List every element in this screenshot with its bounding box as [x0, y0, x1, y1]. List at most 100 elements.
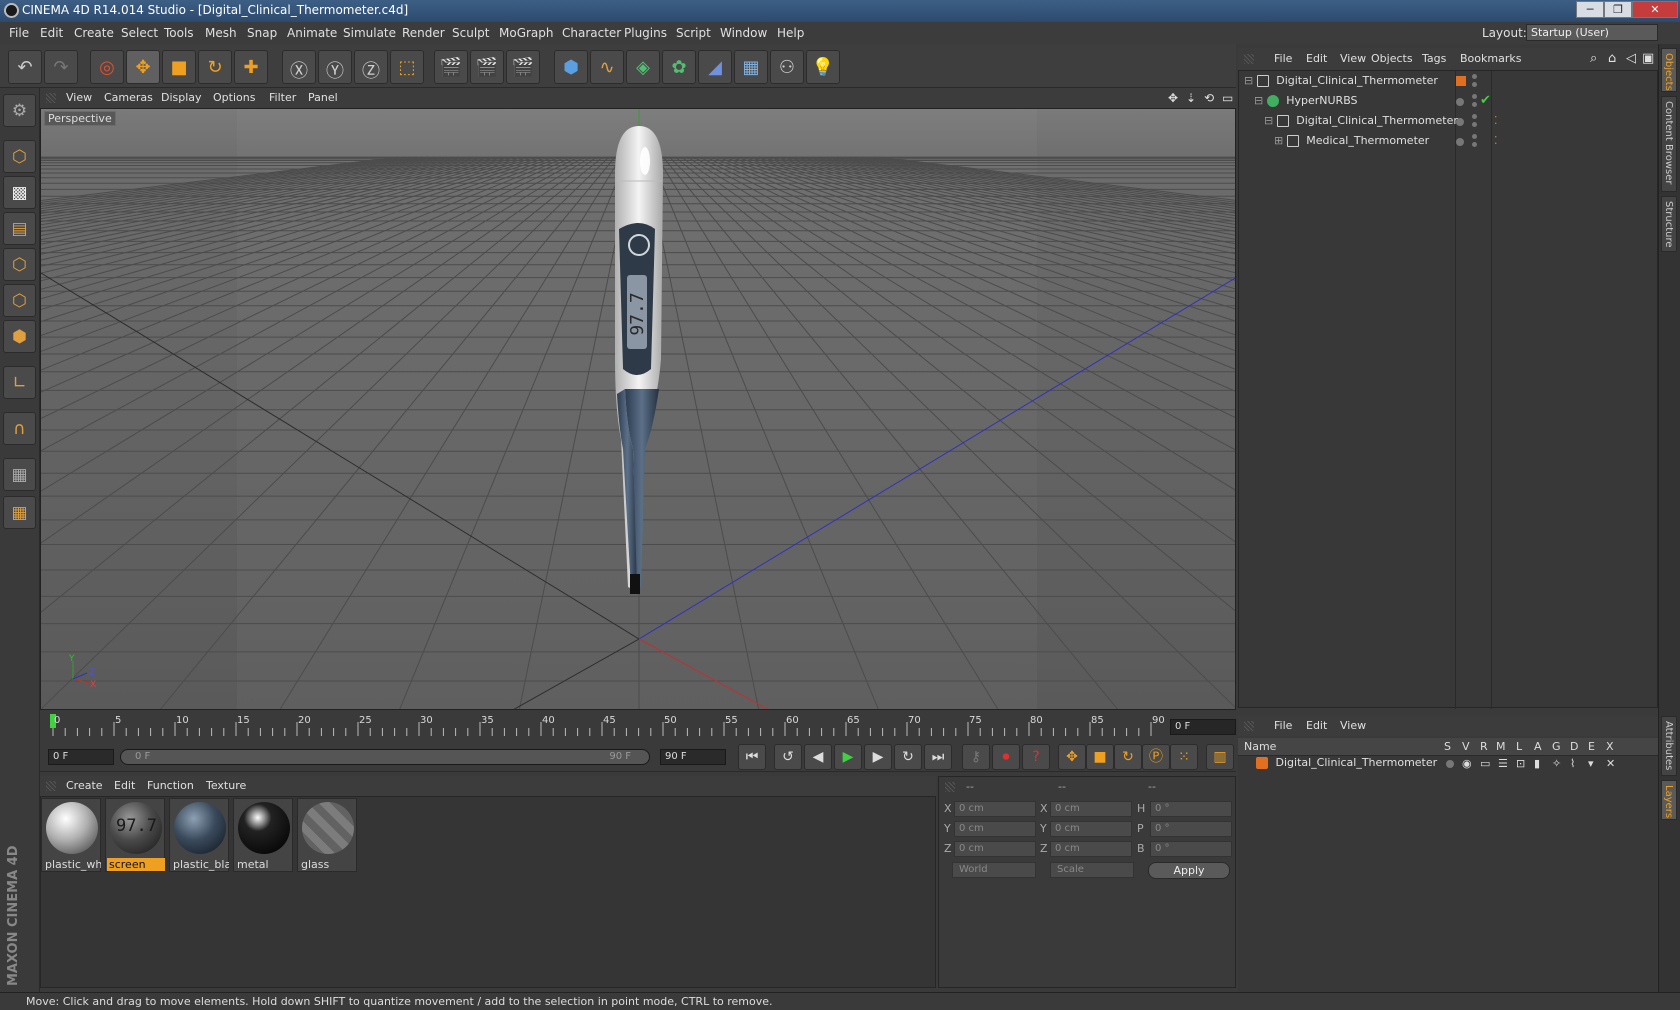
viewport-menu-filter[interactable]: Filter — [269, 91, 296, 104]
phong-tag-icon[interactable]: ⁚ — [1494, 114, 1498, 127]
viewport-menu-options[interactable]: Options — [213, 91, 255, 104]
next-frame-button[interactable]: ▶ — [864, 744, 892, 770]
enabled-check-icon[interactable]: ✔ — [1480, 93, 1491, 108]
layer-col-solo[interactable]: S — [1444, 740, 1451, 753]
object-row[interactable]: ⊟ HyperNURBS — [1254, 94, 1358, 114]
key-parameter-button[interactable]: Ⓟ — [1142, 744, 1170, 770]
layer-menu-file[interactable]: File — [1274, 719, 1292, 732]
material-screen[interactable]: 97.7 screen — [105, 798, 165, 872]
timeline-window-button[interactable]: ▥ — [1206, 744, 1234, 770]
workplane-mode-button[interactable]: ▤ — [3, 212, 36, 245]
menu-mograph[interactable]: MoGraph — [499, 26, 554, 40]
editor-visibility-dot[interactable] — [1472, 74, 1477, 79]
polygons-mode-button[interactable]: ⬢ — [3, 320, 36, 353]
render-view-button[interactable]: 🎬 — [434, 50, 468, 84]
workplane-align-button[interactable]: ▦ — [3, 496, 36, 529]
editor-visibility-dot[interactable] — [1472, 94, 1477, 99]
size-mode-select[interactable]: Scale — [1050, 862, 1134, 878]
tree-expand-icon[interactable]: ⊟ — [1264, 114, 1273, 127]
tree-expand-icon[interactable]: ⊞ — [1274, 134, 1283, 147]
object-row[interactable]: ⊟ Digital_Clinical_Thermometer — [1244, 74, 1438, 94]
layer-xref-icon[interactable]: ✕ — [1606, 757, 1615, 770]
live-selection-button[interactable]: ◎ — [90, 50, 124, 84]
viewport-nav-zoom-icon[interactable]: ⇣ — [1186, 91, 1196, 105]
layer-col-render[interactable]: R — [1480, 740, 1488, 753]
cube-button[interactable]: ⬢ — [554, 50, 588, 84]
recent-tools-button[interactable]: ✚ — [234, 50, 268, 84]
edges-mode-button[interactable]: ⬡ — [3, 284, 36, 317]
render-settings-button[interactable]: 🎬 — [506, 50, 540, 84]
object-menu-objects[interactable]: Objects — [1371, 52, 1413, 65]
viewport-menu-view[interactable]: View — [66, 91, 92, 104]
object-menu-edit[interactable]: Edit — [1306, 52, 1327, 65]
object-menu-tags[interactable]: Tags — [1422, 52, 1446, 65]
editor-visibility-dot[interactable] — [1472, 114, 1477, 119]
move-tool-button[interactable]: ✥ — [126, 50, 160, 84]
layer-generator-icon[interactable]: ✧ — [1552, 757, 1561, 770]
object-visibility-dot[interactable] — [1456, 98, 1464, 106]
tab-attributes[interactable]: Attributes — [1661, 716, 1677, 776]
material-metal[interactable]: metal — [233, 798, 293, 872]
axis-mode-button[interactable]: ∟ — [3, 366, 36, 399]
layer-expression-icon[interactable]: ▾ — [1588, 757, 1594, 770]
spline-button[interactable]: ∿ — [590, 50, 624, 84]
previous-key-button[interactable]: ↺ — [774, 744, 802, 770]
phong-tag-icon[interactable]: ⁚ — [1494, 134, 1498, 147]
coordinate-mode-select[interactable]: World — [952, 862, 1036, 878]
nurbs-button[interactable]: ◈ — [626, 50, 660, 84]
layer-col-expressions[interactable]: E — [1588, 740, 1595, 753]
rotate-tool-button[interactable]: ↻ — [198, 50, 232, 84]
floor-button[interactable]: ▦ — [734, 50, 768, 84]
camera-button[interactable]: ⚇ — [770, 50, 804, 84]
object-visibility-dot[interactable] — [1456, 118, 1464, 126]
layer-col-animation[interactable]: A — [1534, 740, 1542, 753]
tab-structure[interactable]: Structure — [1661, 196, 1677, 252]
coord-pos-y-field[interactable]: 0 cm — [954, 821, 1036, 837]
minimize-button[interactable]: ─ — [1576, 1, 1604, 18]
viewport-menu-panel[interactable]: Panel — [308, 91, 338, 104]
menu-script[interactable]: Script — [676, 26, 711, 40]
layer-animation-icon[interactable]: ▮ — [1534, 757, 1540, 770]
record-position-button[interactable]: ⚷ — [962, 744, 990, 770]
layer-lock-icon[interactable]: ⊡ — [1516, 757, 1525, 770]
snap-button[interactable]: ∩ — [3, 412, 36, 445]
menu-create[interactable]: Create — [74, 26, 114, 40]
previous-frame-button[interactable]: ◀ — [804, 744, 832, 770]
material-glass[interactable]: glass — [297, 798, 357, 872]
frame-range-slider[interactable]: 0 F 90 F — [120, 749, 650, 765]
menu-render[interactable]: Render — [402, 26, 445, 40]
layout-select[interactable]: Startup (User) — [1526, 24, 1658, 41]
render-visibility-dot[interactable] — [1472, 122, 1477, 127]
layer-col-name[interactable]: Name — [1244, 740, 1276, 753]
editor-visibility-dot[interactable] — [1472, 134, 1477, 139]
texture-mode-button[interactable]: ▩ — [3, 176, 36, 209]
current-frame-field[interactable]: 0 F — [1170, 719, 1236, 735]
layer-manager-icon[interactable]: ☰ — [1498, 757, 1508, 770]
keyframe-selection-button[interactable]: ? — [1022, 744, 1050, 770]
object-row[interactable]: ⊟ Digital_Clinical_Thermometer — [1264, 114, 1458, 134]
home-icon[interactable]: ⌂ — [1608, 51, 1616, 66]
undo-button[interactable]: ↶ — [8, 50, 42, 84]
layer-menu-view[interactable]: View — [1340, 719, 1366, 732]
material-plastic-white[interactable]: plastic_whi — [41, 798, 101, 872]
key-pla-button[interactable]: ⁙ — [1170, 744, 1198, 770]
menu-window[interactable]: Window — [720, 26, 767, 40]
tab-content-browser[interactable]: Content Browser — [1661, 96, 1677, 192]
material-menu-function[interactable]: Function — [147, 779, 194, 792]
restore-button[interactable]: ❐ — [1604, 1, 1632, 18]
light-button[interactable]: 💡 — [806, 50, 840, 84]
scale-tool-button[interactable]: ■ — [162, 50, 196, 84]
render-visibility-dot[interactable] — [1472, 102, 1477, 107]
layer-deformer-icon[interactable]: ⌇ — [1570, 757, 1575, 770]
layer-col-view[interactable]: V — [1462, 740, 1470, 753]
timeline-ruler[interactable]: 0 5 10 15 20 25 30 35 40 45 50 55 60 65 70 75 80 85 90 — [40, 712, 1236, 740]
autokey-button[interactable]: ⏺ — [992, 744, 1020, 770]
new-window-icon[interactable]: ▣ — [1642, 51, 1654, 66]
menu-help[interactable]: Help — [777, 26, 804, 40]
viewport-nav-move-icon[interactable]: ✥ — [1168, 91, 1178, 105]
object-menu-bookmarks[interactable]: Bookmarks — [1460, 52, 1521, 65]
menu-select[interactable]: Select — [121, 26, 158, 40]
tab-layers[interactable]: Layers — [1661, 780, 1677, 820]
menu-animate[interactable]: Animate — [287, 26, 337, 40]
coord-rot-b-field[interactable]: 0 ° — [1150, 841, 1232, 857]
